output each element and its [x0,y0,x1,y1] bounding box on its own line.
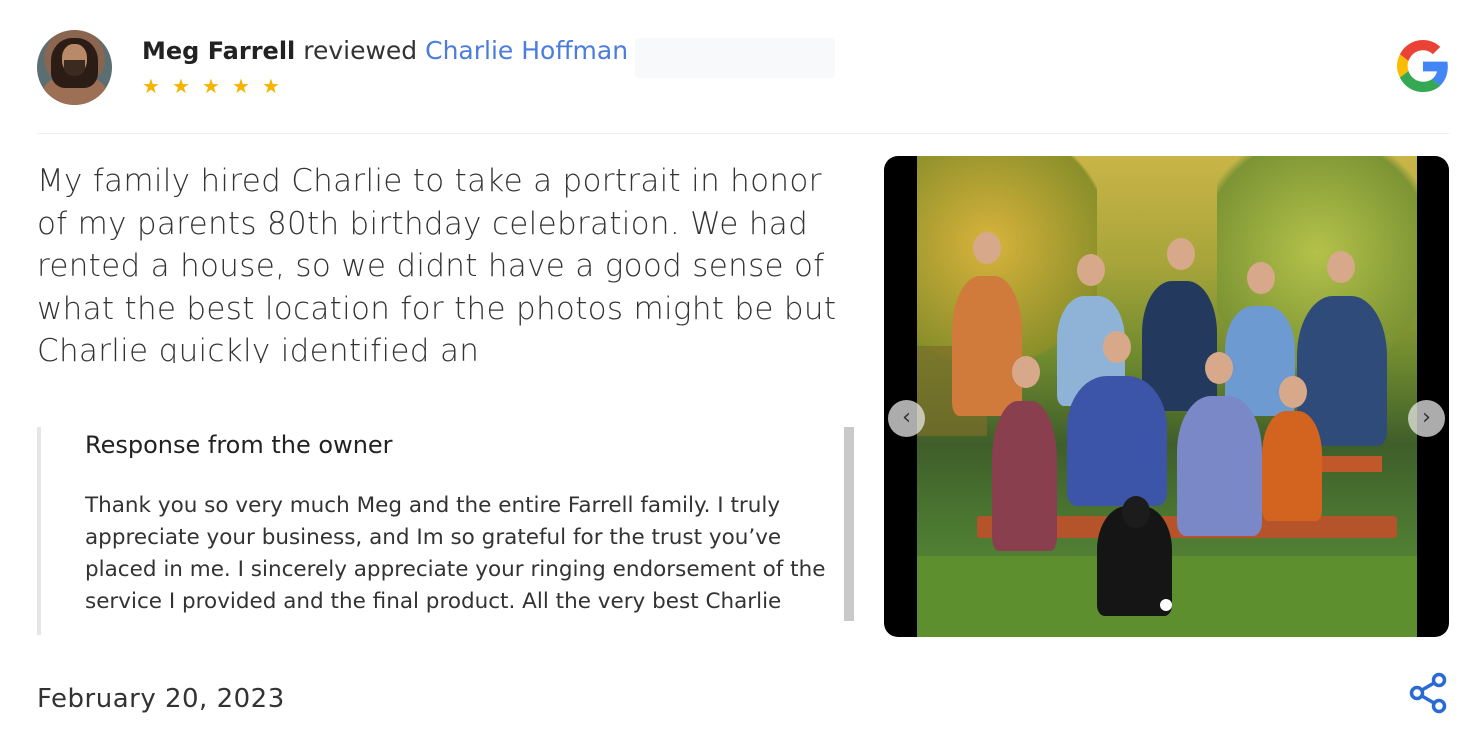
star-icon: ★ [142,74,160,98]
photo-indicator-dot[interactable] [1160,599,1172,611]
star-icon: ★ [262,74,280,98]
review-photo-carousel[interactable]: ‹ › [884,156,1449,637]
review-header: Meg Farrell reviewed Charlie Hoffman ★ ★… [37,30,1449,106]
star-icon: ★ [232,74,250,98]
star-rating: ★ ★ ★ ★ ★ [142,76,282,96]
review-date: February 20, 2023 [37,684,285,714]
header-placeholder-bar [635,38,835,78]
reviewed-word: reviewed [303,36,418,65]
business-name-link[interactable]: Charlie Hoffman [425,36,628,65]
header-divider [37,133,1449,134]
owner-response-body: Thank you so very much Meg and the entir… [85,493,826,614]
star-icon: ★ [202,74,220,98]
reviewer-avatar[interactable] [37,30,112,105]
google-logo-icon [1397,40,1448,92]
previous-photo-button[interactable]: ‹ [888,400,925,437]
reviewer-line: Meg Farrell reviewed Charlie Hoffman [142,36,628,65]
star-icon: ★ [172,74,190,98]
review-text: My family hired Charlie to take a portra… [37,163,837,363]
reviewer-name[interactable]: Meg Farrell [142,37,295,65]
response-scrollbar[interactable] [844,427,854,621]
share-icon[interactable] [1408,672,1448,714]
owner-response[interactable]: Response from the owner Thank you so ver… [37,427,855,635]
next-photo-button[interactable]: › [1408,400,1445,437]
family-portrait-photo[interactable] [917,156,1417,637]
owner-response-title: Response from the owner [85,431,393,459]
